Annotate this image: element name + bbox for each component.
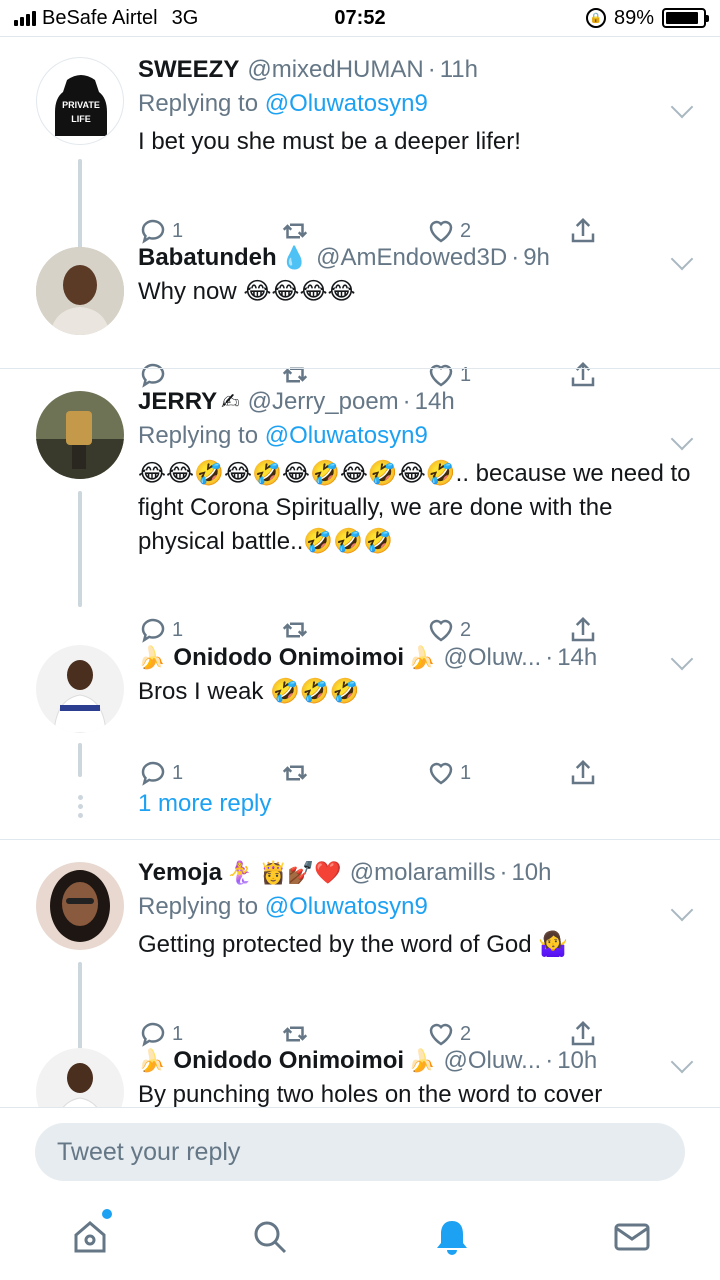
author-handle[interactable]: @AmEndowed3D <box>316 241 507 275</box>
more-replies-link[interactable]: 1 more reply <box>138 787 271 821</box>
notifications-icon <box>437 1221 467 1255</box>
svg-text:PRIVATE: PRIVATE <box>62 100 100 110</box>
separator-dot: · <box>402 388 411 415</box>
tweet-time: 9h <box>523 244 550 271</box>
tweet[interactable]: JERRY ✍ @Jerry_poem · 14h Replying to @O… <box>0 369 720 643</box>
signal-icon <box>14 10 36 26</box>
battery-icon <box>662 8 709 28</box>
separator-dot: · <box>545 644 554 671</box>
tweet-time: 14h <box>414 388 455 415</box>
home-icon <box>74 1221 106 1253</box>
author-handle[interactable]: @Oluw... <box>443 1044 541 1078</box>
replying-to: Replying to @Oluwatosyn9 <box>138 893 428 920</box>
notification-dot <box>102 1209 112 1219</box>
name-emoji: 💧 <box>280 245 309 270</box>
author-name[interactable]: Onidodo Onimoimoi <box>173 641 404 675</box>
author-handle[interactable]: @mixedHUMAN <box>247 53 423 87</box>
tweet-text: 😂😂🤣😂🤣😂🤣😂🤣😂🤣.. because we need to fight C… <box>138 460 691 555</box>
bottom-nav <box>0 1197 720 1280</box>
author-handle[interactable]: @Jerry_poem <box>248 385 399 419</box>
reply-composer <box>0 1107 720 1197</box>
tweet[interactable]: Babatundeh 💧 @AmEndowed3D · 9h Why now 😂… <box>0 237 720 388</box>
name-prefix-emoji: 🍌 <box>138 1048 166 1073</box>
mention-link[interactable]: @Oluwatosyn9 <box>265 422 428 449</box>
separator-dot: · <box>427 56 436 83</box>
notifications-tab[interactable] <box>430 1215 474 1259</box>
reply-input[interactable] <box>35 1123 685 1181</box>
avatar[interactable] <box>36 645 124 733</box>
ellipsis-icon <box>76 795 84 818</box>
author-name[interactable]: Babatundeh <box>138 241 277 275</box>
mention-link[interactable]: @Oluwatosyn9 <box>265 90 428 117</box>
author-name[interactable]: Yemoja <box>138 856 222 890</box>
avatar[interactable] <box>36 391 124 479</box>
tweet-text: Getting protected by the word of God 🤷‍♀… <box>138 931 569 958</box>
author-name[interactable]: Onidodo Onimoimoi <box>173 1044 404 1078</box>
separator-dot: · <box>545 1047 554 1074</box>
network-type: 3G <box>171 6 199 29</box>
avatar[interactable] <box>36 247 124 335</box>
thread-line <box>78 743 82 777</box>
messages-tab[interactable] <box>610 1215 654 1259</box>
search-icon <box>254 1221 287 1254</box>
svg-text:LIFE: LIFE <box>71 114 91 124</box>
avatar[interactable] <box>36 862 124 950</box>
name-emoji: ✍ <box>221 389 240 414</box>
separator-dot: · <box>499 859 508 886</box>
tweet-text: By punching two holes on the word to cov… <box>138 1081 603 1107</box>
search-tab[interactable] <box>248 1215 292 1259</box>
name-prefix-emoji: 🍌 <box>138 645 166 670</box>
tweet-text: Bros I weak 🤣🤣🤣 <box>138 678 360 705</box>
avatar[interactable] <box>36 1048 124 1107</box>
author-handle[interactable]: @molaramills <box>350 856 496 890</box>
messages-icon <box>614 1223 650 1251</box>
author-handle[interactable]: @Oluw... <box>443 641 541 675</box>
more-replies[interactable]: 1 more reply <box>0 777 720 837</box>
name-emoji: 🍌 <box>408 645 436 670</box>
tweet-time: 10h <box>557 1047 598 1074</box>
mention-link[interactable]: @Oluwatosyn9 <box>265 893 428 920</box>
author-name[interactable]: JERRY <box>138 385 217 419</box>
status-bar: BeSafe Airtel 3G 07:52 🔒 89% <box>0 0 720 36</box>
thread-line <box>78 491 82 607</box>
carrier-name: BeSafe Airtel <box>42 6 158 29</box>
tweet[interactable]: 🍌 Onidodo Onimoimoi 🍌 @Oluw... · 10h By … <box>0 1040 720 1107</box>
rotation-lock-icon: 🔒 <box>585 8 606 28</box>
tweet-text: I bet you she must be a deeper lifer! <box>138 128 521 155</box>
avatar[interactable]: PRIVATE LIFE <box>36 57 124 145</box>
replies-feed[interactable]: PRIVATE LIFE SWEEZY @mixedHUMAN · 11h Re… <box>0 37 720 1107</box>
home-tab[interactable] <box>68 1209 112 1259</box>
replying-to: Replying to @Oluwatosyn9 <box>138 422 428 449</box>
replying-to: Replying to @Oluwatosyn9 <box>138 90 428 117</box>
tweet[interactable]: 🍌 Onidodo Onimoimoi 🍌 @Oluw... · 14h Bro… <box>0 637 720 786</box>
tweet-text: Why now 😂😂😂😂 <box>138 278 356 305</box>
name-emoji: 🍌 <box>408 1048 436 1073</box>
tweet-time: 11h <box>439 56 478 83</box>
author-name[interactable]: SWEEZY <box>138 53 239 87</box>
name-emoji: 🧜‍♀️ 👸💅🏾❤️ <box>226 860 342 885</box>
tweet-time: 10h <box>511 859 552 886</box>
separator-dot: · <box>511 244 520 271</box>
tweet-time: 14h <box>557 644 598 671</box>
battery-percent: 89% <box>613 6 654 29</box>
tweet[interactable]: Yemoja 🧜‍♀️ 👸💅🏾❤️ @molaramills · 10h Rep… <box>0 840 720 1076</box>
